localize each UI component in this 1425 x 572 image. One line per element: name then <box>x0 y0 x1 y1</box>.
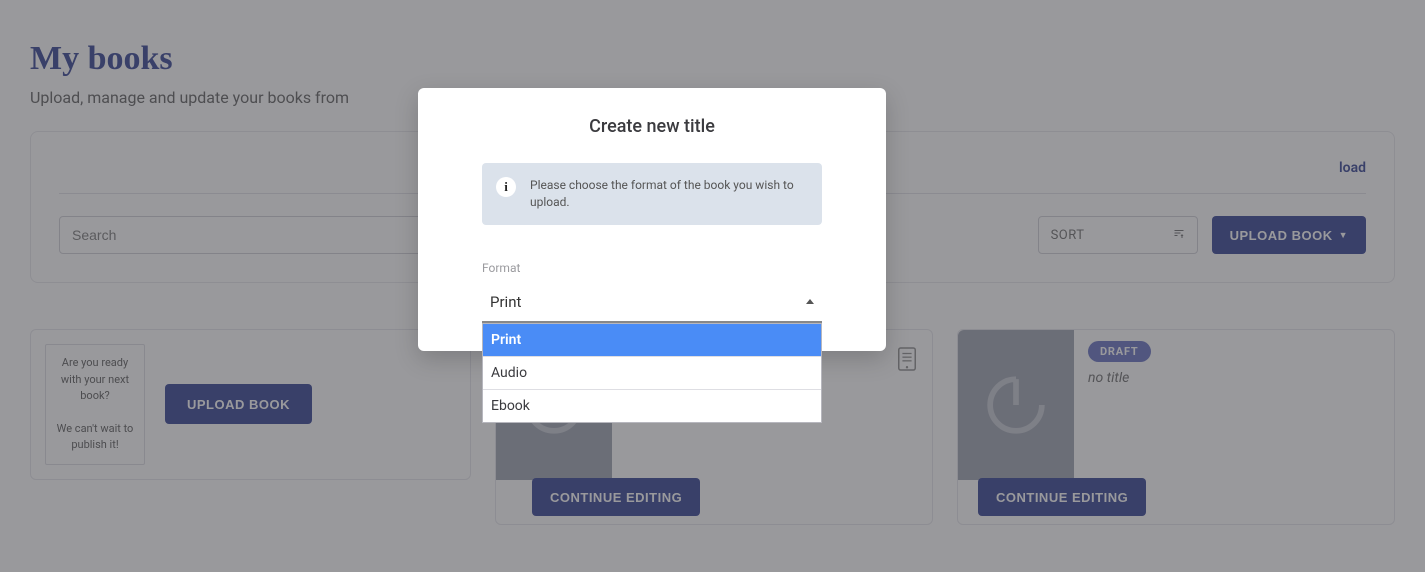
format-option-ebook[interactable]: Ebook <box>483 390 821 422</box>
format-select-display[interactable]: Print <box>482 283 822 323</box>
format-dropdown: Print Audio Ebook <box>482 323 822 423</box>
format-select[interactable]: Print Print Audio Ebook <box>482 283 822 323</box>
info-text: Please choose the format of the book you… <box>530 177 808 211</box>
format-selected-value: Print <box>490 293 521 311</box>
modal-title: Create new title <box>452 116 852 137</box>
caret-up-icon <box>806 299 814 304</box>
info-icon: i <box>496 177 516 197</box>
format-option-audio[interactable]: Audio <box>483 357 821 390</box>
format-label: Format <box>482 261 822 275</box>
format-option-print[interactable]: Print <box>483 324 821 357</box>
info-banner: i Please choose the format of the book y… <box>482 163 822 225</box>
create-title-modal: Create new title i Please choose the for… <box>418 88 886 351</box>
